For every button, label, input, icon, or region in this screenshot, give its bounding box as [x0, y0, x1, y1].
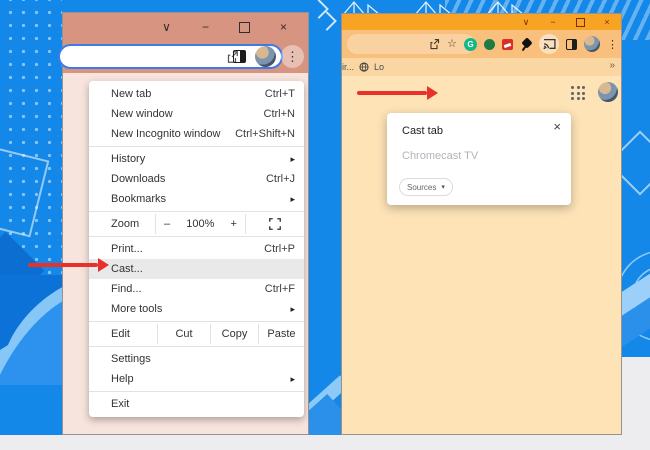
menu-separator: [89, 146, 304, 147]
minimize-button[interactable]: −: [544, 15, 562, 29]
menu-separator: [89, 346, 304, 347]
menu-item-find[interactable]: Find... Ctrl+F: [89, 279, 304, 299]
titlebar: ∨ − ×: [342, 14, 621, 30]
menu-item-new-window[interactable]: New window Ctrl+N: [89, 104, 304, 124]
menu-item-downloads[interactable]: Downloads Ctrl+J: [89, 169, 304, 189]
maximize-icon: [239, 22, 250, 33]
more-menu-icon[interactable]: ⋮: [281, 45, 304, 68]
menu-item-settings[interactable]: Settings: [89, 349, 304, 369]
red-extension-icon[interactable]: [502, 39, 513, 50]
desktop: ∨ − × ☆ ⋮ New tab Ctrl+T New: [0, 0, 650, 450]
submenu-arrow-icon: ▸: [290, 154, 295, 165]
menu-item-new-incognito-window[interactable]: New Incognito window Ctrl+Shift+N: [89, 124, 304, 144]
grammarly-extension-icon[interactable]: G: [464, 38, 477, 51]
menu-item-history[interactable]: History ▸: [89, 149, 304, 169]
menu-item-cast[interactable]: Cast...: [89, 259, 304, 279]
titlebar: ∨ − ×: [63, 13, 308, 41]
menu-item-edit-row: Edit Cut Copy Paste: [89, 324, 304, 344]
maximize-icon: [576, 18, 585, 27]
cast-dialog: Cast tab × Chromecast TV Sources ▾: [387, 113, 571, 205]
menu-item-help[interactable]: Help ▸: [89, 369, 304, 389]
cast-icon[interactable]: [539, 34, 559, 54]
menu-separator: [89, 321, 304, 322]
zoom-in-button[interactable]: +: [231, 218, 237, 230]
shortcut: Ctrl+J: [266, 173, 295, 185]
side-panel-icon[interactable]: [233, 50, 246, 63]
cut-button[interactable]: Cut: [158, 324, 211, 344]
google-apps-grid-icon[interactable]: [571, 86, 586, 101]
zoom-value: 100%: [186, 218, 214, 230]
globe-icon: [359, 62, 369, 72]
page-content: Cast tab × Chromecast TV Sources ▾: [342, 76, 621, 436]
page-background-strip: [0, 435, 650, 450]
shortcut: Ctrl+Shift+N: [235, 128, 295, 140]
profile-avatar[interactable]: [255, 46, 276, 67]
menu-item-zoom: Zoom – 100% +: [89, 214, 304, 234]
chrome-window-left: ∨ − × ☆ ⋮ New tab Ctrl+T New: [62, 12, 309, 435]
bookmarks-overflow-icon[interactable]: »: [609, 60, 615, 71]
menu-item-new-tab[interactable]: New tab Ctrl+T: [89, 84, 304, 104]
chrome-window-right: ∨ − × ☆ G: [341, 13, 622, 435]
close-icon[interactable]: ×: [553, 119, 561, 134]
paste-button[interactable]: Paste: [259, 324, 304, 344]
zoom-out-button[interactable]: –: [164, 218, 170, 230]
shortcut: Ctrl+F: [265, 283, 295, 295]
menu-separator: [89, 211, 304, 212]
wave-decoration: [0, 275, 70, 385]
maximize-button[interactable]: [225, 14, 264, 40]
cast-dialog-title: Cast tab: [402, 125, 443, 137]
minimize-button[interactable]: −: [186, 14, 225, 40]
caret-down-icon: ▾: [441, 183, 445, 191]
submenu-arrow-icon: ▸: [290, 194, 295, 205]
chrome-menu: New tab Ctrl+T New window Ctrl+N New Inc…: [89, 81, 304, 417]
bookmark-item[interactable]: Air...: [342, 62, 354, 72]
annotation-arrow-cast-menu: [28, 258, 109, 272]
toolbar: ☆ G ⋮: [342, 30, 621, 58]
annotation-arrow-chromecast-device: [357, 86, 438, 100]
profile-avatar[interactable]: [584, 36, 600, 52]
menu-item-print[interactable]: Print... Ctrl+P: [89, 239, 304, 259]
cast-device-item[interactable]: Chromecast TV: [402, 150, 478, 162]
menu-separator: [89, 391, 304, 392]
sources-dropdown[interactable]: Sources ▾: [399, 178, 453, 196]
copy-button[interactable]: Copy: [211, 324, 259, 344]
more-menu-icon[interactable]: ⋮: [607, 38, 618, 51]
submenu-arrow-icon: ▸: [290, 304, 295, 315]
shortcut: Ctrl+T: [265, 88, 295, 100]
bookmark-star-icon[interactable]: ☆: [447, 39, 457, 50]
close-button[interactable]: ×: [598, 15, 616, 29]
chevron-decoration: [312, 2, 338, 32]
close-button[interactable]: ×: [264, 14, 303, 40]
submenu-arrow-icon: ▸: [290, 374, 295, 385]
shortcut: Ctrl+N: [264, 108, 295, 120]
google-profile-avatar[interactable]: [598, 82, 618, 102]
menu-separator: [89, 236, 304, 237]
bookmark-item[interactable]: Lo: [374, 62, 384, 72]
bookmarks-bar: Air... Lo »: [342, 58, 621, 76]
edit-label: Edit: [89, 324, 158, 344]
menu-item-more-tools[interactable]: More tools ▸: [89, 299, 304, 319]
page-background-strip: [620, 357, 650, 450]
side-panel-icon[interactable]: [566, 39, 577, 50]
menu-item-bookmarks[interactable]: Bookmarks ▸: [89, 189, 304, 209]
chevron-down-icon[interactable]: ∨: [147, 14, 186, 40]
toolbar: ☆ ⋮: [63, 41, 308, 73]
shortcut: Ctrl+P: [264, 243, 295, 255]
green-extension-icon[interactable]: [484, 39, 495, 50]
menu-item-exit[interactable]: Exit: [89, 394, 304, 414]
pin-icon[interactable]: [520, 38, 532, 51]
fullscreen-icon[interactable]: [269, 218, 281, 230]
chevron-down-icon[interactable]: ∨: [517, 15, 535, 29]
maximize-button[interactable]: [571, 15, 589, 29]
zoom-label: Zoom: [89, 214, 156, 234]
share-icon[interactable]: [428, 38, 440, 50]
address-bar[interactable]: ☆: [58, 44, 283, 69]
